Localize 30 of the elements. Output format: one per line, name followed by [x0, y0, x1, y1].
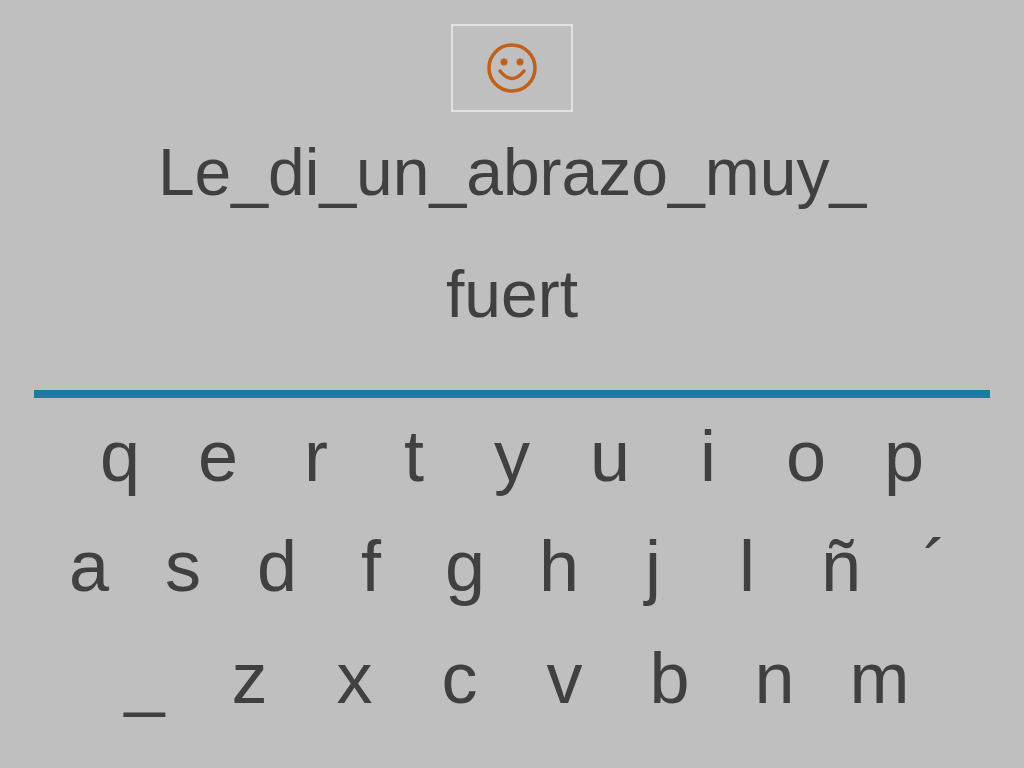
- letter-key[interactable]: q: [71, 406, 169, 506]
- letter-key[interactable]: b: [617, 628, 722, 728]
- letter-key[interactable]: j: [606, 516, 700, 616]
- letter-key[interactable]: ´: [888, 516, 982, 616]
- letter-key[interactable]: e: [169, 406, 267, 506]
- letter-key[interactable]: g: [418, 516, 512, 616]
- letter-key[interactable]: _: [92, 628, 197, 728]
- letter-key[interactable]: m: [827, 628, 932, 728]
- letter-key[interactable]: r: [267, 406, 365, 506]
- letter-key[interactable]: f: [324, 516, 418, 616]
- letter-key[interactable]: o: [757, 406, 855, 506]
- letter-key[interactable]: i: [659, 406, 757, 506]
- phrase-text: Le_di_un_abrazo_muy_: [157, 134, 867, 211]
- letter-key[interactable]: h: [512, 516, 606, 616]
- letter-key[interactable]: l: [700, 516, 794, 616]
- letter-key[interactable]: u: [561, 406, 659, 506]
- letter-key[interactable]: n: [722, 628, 827, 728]
- letter-key[interactable]: a: [42, 516, 136, 616]
- smiley-icon: [486, 42, 538, 94]
- letter-key[interactable]: t: [365, 406, 463, 506]
- phrase-text: fuert: [445, 256, 579, 333]
- letter-key[interactable]: s: [136, 516, 230, 616]
- letter-key[interactable]: x: [302, 628, 407, 728]
- letter-key[interactable]: d: [230, 516, 324, 616]
- letter-key[interactable]: p: [855, 406, 953, 506]
- letter-key[interactable]: v: [512, 628, 617, 728]
- letter-key[interactable]: y: [463, 406, 561, 506]
- letter-key[interactable]: z: [197, 628, 302, 728]
- letter-key[interactable]: ñ: [794, 516, 888, 616]
- letter-key[interactable]: c: [407, 628, 512, 728]
